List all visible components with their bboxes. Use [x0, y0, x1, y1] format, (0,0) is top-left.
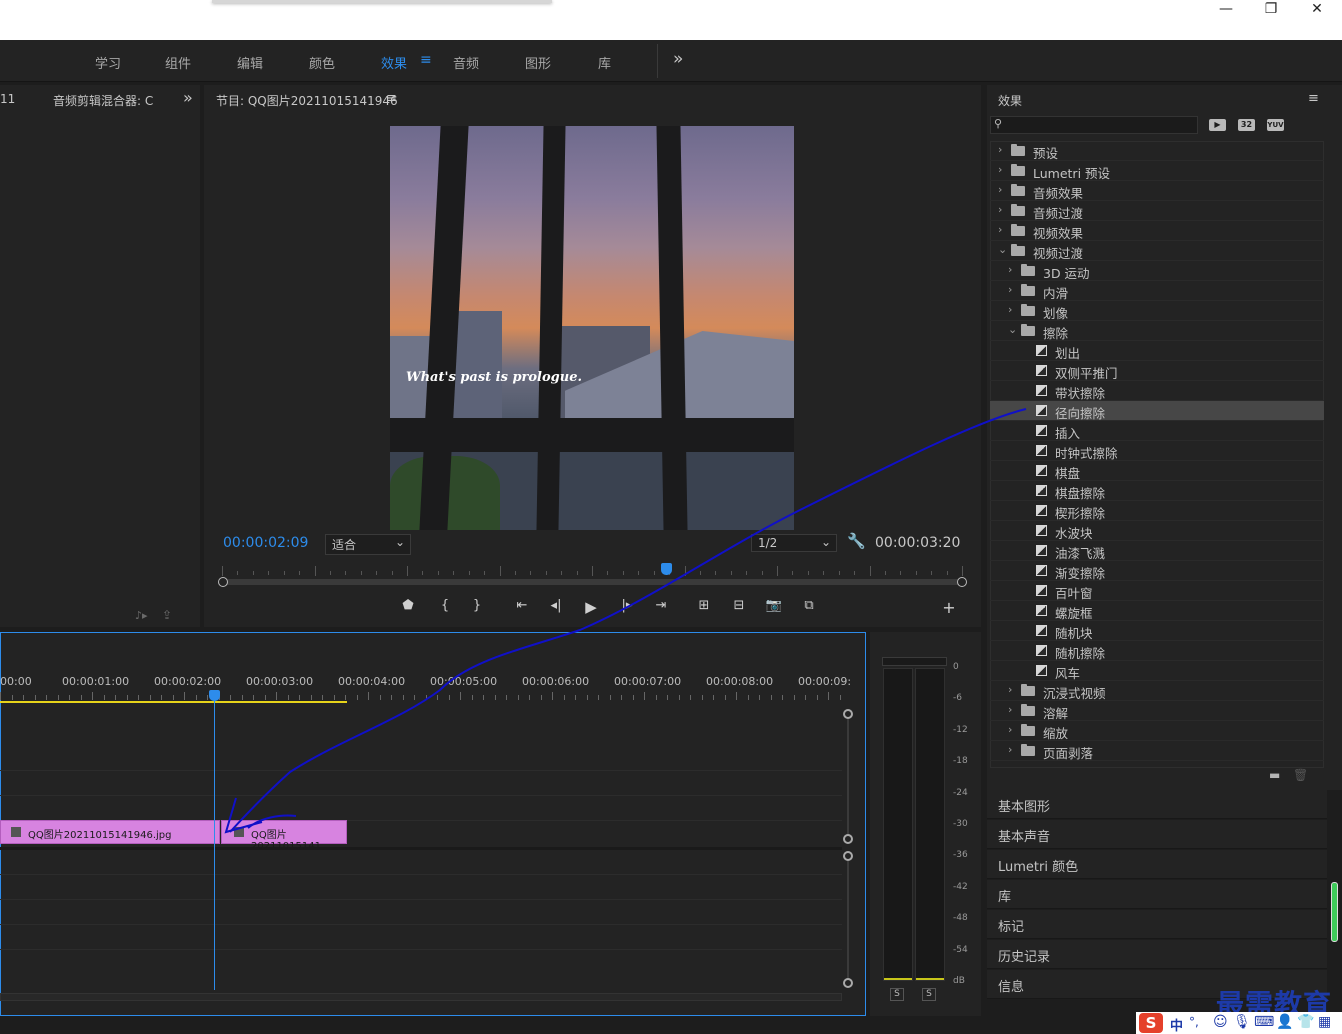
toolbox-grid-icon[interactable]: ▦ [1318, 1014, 1331, 1030]
sogou-logo-icon[interactable]: S [1139, 1013, 1163, 1033]
ime-punctuation-toggle[interactable]: °, [1189, 1015, 1199, 1029]
emoji-icon[interactable]: ☺ [1213, 1014, 1228, 1030]
annotation-arrow [224, 408, 1027, 834]
annotation-arrow-path [229, 408, 1027, 833]
annotation-arrow-tick [247, 814, 297, 829]
microphone-icon[interactable]: 🎙 [1233, 1014, 1251, 1030]
skin-shirt-icon[interactable]: 👕 [1297, 1014, 1314, 1030]
ime-toolbar: S 中 °, ☺ 🎙 ⌨ 👤 👕 ▦ [1136, 1012, 1342, 1034]
user-icon[interactable]: 👤 [1276, 1014, 1293, 1030]
keyboard-icon[interactable]: ⌨ [1254, 1014, 1274, 1030]
ime-language-toggle[interactable]: 中 [1170, 1015, 1183, 1034]
